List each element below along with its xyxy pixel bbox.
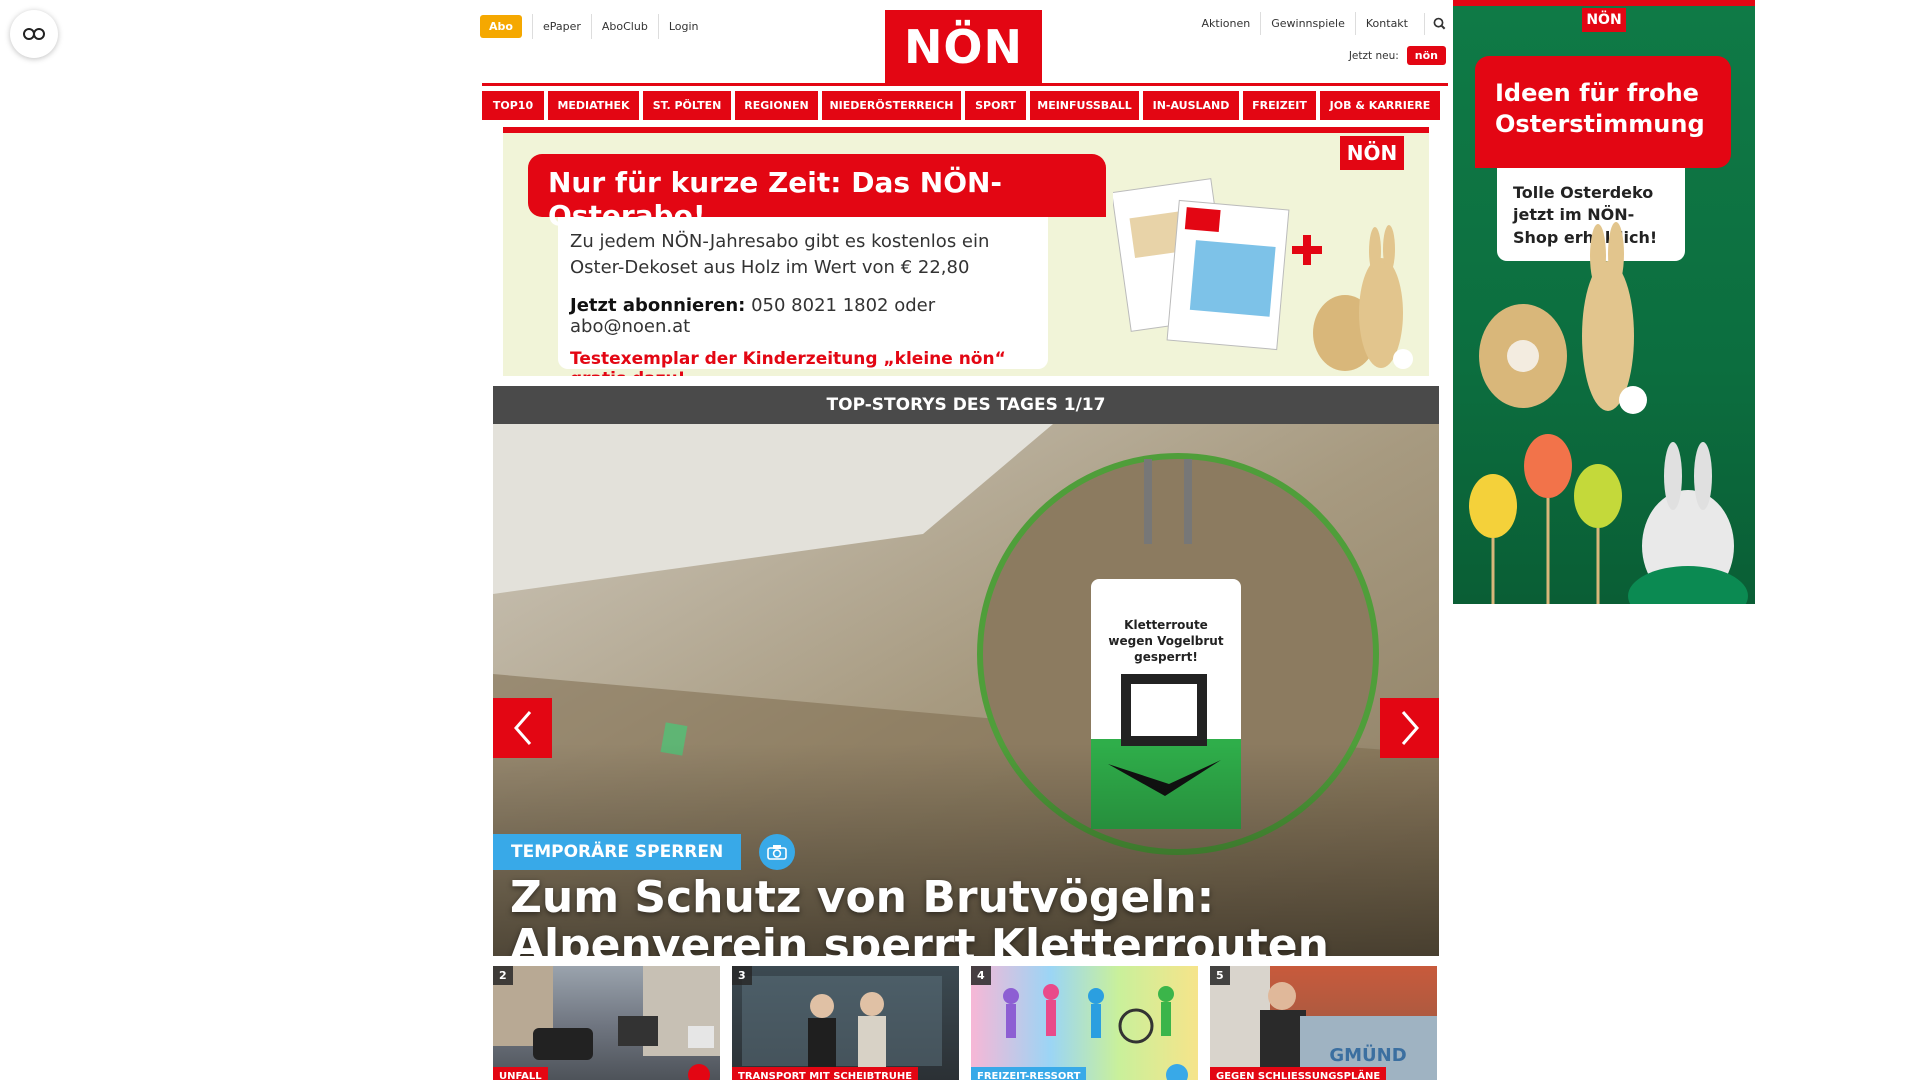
chevron-right-icon <box>1401 711 1419 745</box>
thumb-image <box>493 966 720 1060</box>
promo-cta: Jetzt abonnieren: 050 8021 1802 oder abo… <box>570 295 1036 337</box>
chevron-left-icon <box>513 711 531 745</box>
kontakt-link[interactable]: Kontakt <box>1354 12 1418 35</box>
slider-prev-button[interactable] <box>493 698 552 758</box>
svg-text:GMÜND: GMÜND <box>1329 1044 1406 1066</box>
promo-product-image <box>1113 178 1413 371</box>
jetzt-neu: Jetzt neu: nön <box>1349 46 1446 65</box>
ad-logo: NÖN <box>1582 8 1626 32</box>
thumb-number: 4 <box>971 966 991 985</box>
thumb-tag: GEGEN SCHLIESSUNGSPLÄNE <box>1210 1067 1387 1080</box>
epaper-link[interactable]: ePaper <box>531 14 591 39</box>
site-logo[interactable]: NÖN <box>885 10 1042 83</box>
story-thumbnails: 2 UNFALL 3 TRANSPORT MIT SCHEIBTRUHE 4 F… <box>493 966 1439 1080</box>
thumb-number: 2 <box>493 966 513 985</box>
accessibility-icon <box>23 28 45 40</box>
search-icon[interactable] <box>1424 12 1446 35</box>
camera-icon <box>688 1064 710 1080</box>
thumb-tag: UNFALL <box>493 1067 548 1080</box>
nav-freizeit[interactable]: FREIZEIT <box>1243 91 1316 120</box>
slide-tag: TEMPORÄRE SPERREN <box>493 834 796 870</box>
easter-shop-ad[interactable]: NÖN Ideen für frohe Osterstimmung Tolle … <box>1453 0 1755 604</box>
nav-meinfussball[interactable]: MEINFUSSBALL <box>1030 91 1139 120</box>
promo-text-line2: Oster-Dekoset aus Holz im Wert von € 22,… <box>570 257 970 279</box>
slide-category-label[interactable]: TEMPORÄRE SPERREN <box>493 834 742 870</box>
header-divider <box>482 83 1448 86</box>
page: Abo ePaper AboClub Login NÖN Aktionen Ge… <box>0 0 1920 1080</box>
nav-in-ausland[interactable]: IN-AUSLAND <box>1143 91 1239 120</box>
top-stories-slider: TOP-STORYS DES TAGES 1/17 TEMPORÄRE SPER… <box>493 386 1439 956</box>
thumb-image <box>742 976 942 1080</box>
slide-current[interactable]: Kletterroute wegen Vogelbrut gesperrt! T… <box>493 424 1439 956</box>
promo-text-line1: Zu jedem NÖN-Jahresabo gibt es kostenlos… <box>570 231 990 252</box>
slide-headline[interactable]: Zum Schutz von Brutvögeln: Alpenverein s… <box>510 873 1410 956</box>
nav-niederoesterreich[interactable]: NIEDERÖSTERREICH <box>822 91 961 120</box>
thumb-image: GMÜND <box>1210 966 1437 1080</box>
abo-button[interactable]: Abo <box>480 15 522 38</box>
ad-card-text: Tolle Osterdeko jetzt im NÖN-Shop erhält… <box>1497 168 1685 261</box>
gallery-badge <box>759 834 796 870</box>
main-nav: TOP10 MEDIATHEK ST. PÖLTEN REGIONEN NIED… <box>482 91 1448 120</box>
aktionen-link[interactable]: Aktionen <box>1192 12 1261 35</box>
promo-note: Testexemplar der Kinderzeitung „kleine n… <box>570 349 1006 376</box>
slider-next-button[interactable] <box>1380 698 1439 758</box>
nav-sport[interactable]: SPORT <box>965 91 1026 120</box>
nav-top10[interactable]: TOP10 <box>482 91 544 120</box>
promo-cta-bold: Jetzt abonnieren: <box>570 295 746 317</box>
nav-regionen[interactable]: REGIONEN <box>735 91 818 120</box>
ad-headline: Ideen für frohe Osterstimmung <box>1475 56 1731 168</box>
header-left-links: Abo ePaper AboClub Login <box>480 14 709 39</box>
thumb-number: 5 <box>1210 966 1230 985</box>
nav-job-karriere[interactable]: JOB & KARRIERE <box>1320 91 1440 120</box>
slider-header: TOP-STORYS DES TAGES 1/17 <box>493 386 1439 424</box>
thumb-image <box>1003 984 1174 1044</box>
thumb-tag: FREIZEIT-RESSORT <box>971 1067 1087 1080</box>
story-thumb[interactable]: 2 UNFALL <box>493 966 720 1080</box>
kleine-noen-badge[interactable]: nön <box>1406 46 1446 65</box>
accessibility-button[interactable] <box>10 10 58 58</box>
story-thumb[interactable]: 3 TRANSPORT MIT SCHEIBTRUHE <box>732 966 959 1080</box>
camera-icon <box>1166 1064 1188 1080</box>
jetzt-neu-label: Jetzt neu: <box>1348 49 1399 62</box>
aboclub-link[interactable]: AboClub <box>590 14 658 39</box>
header: Abo ePaper AboClub Login NÖN Aktionen Ge… <box>480 0 1446 90</box>
story-thumb[interactable]: 4 FREIZEIT-RESSORT <box>971 966 1198 1080</box>
osterabo-promo-banner[interactable]: NÖN Nur für kurze Zeit: Das NÖN-Osterabo… <box>503 127 1429 376</box>
thumb-number: 3 <box>732 966 752 985</box>
login-link[interactable]: Login <box>657 14 709 39</box>
gewinnspiele-link[interactable]: Gewinnspiele <box>1260 12 1355 35</box>
header-right-links: Aktionen Gewinnspiele Kontakt <box>1192 12 1446 35</box>
camera-icon <box>767 845 788 860</box>
promo-card: Zu jedem NÖN-Jahresabo gibt es kostenlos… <box>558 217 1048 376</box>
promo-headline: Nur für kurze Zeit: Das NÖN-Osterabo! <box>528 154 1106 232</box>
thumb-tag: TRANSPORT MIT SCHEIBTRUHE <box>732 1067 919 1080</box>
nav-st-poelten[interactable]: ST. PÖLTEN <box>643 91 731 120</box>
story-thumb[interactable]: GMÜND 5 GEGEN SCHLIESSUNGSPLÄNE <box>1210 966 1437 1080</box>
nav-mediathek[interactable]: MEDIATHEK <box>548 91 639 120</box>
